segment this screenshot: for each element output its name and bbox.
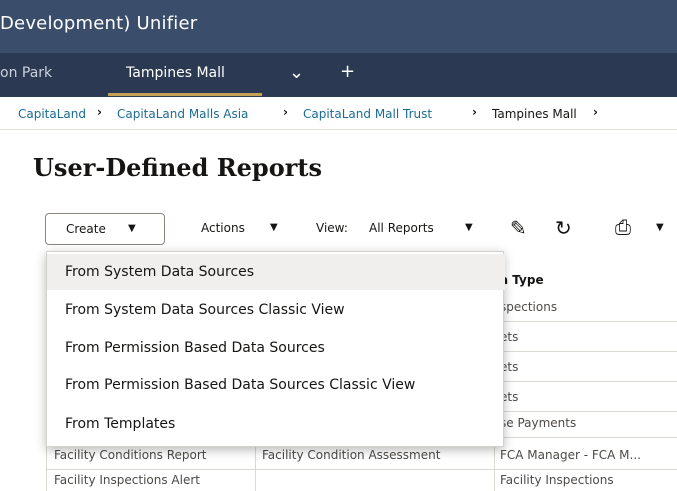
view-select[interactable]: All Reports: [369, 221, 434, 235]
app-title: Development) Unifier: [0, 13, 198, 34]
menu-item-label: From Permission Based Data Sources Class…: [65, 377, 416, 393]
breadcrumb-separator-icon: ›: [97, 105, 102, 119]
app-title-bar: Development) Unifier: [0, 0, 677, 53]
print-icon[interactable]: ⎙: [615, 215, 631, 239]
view-label: View:: [316, 221, 348, 235]
menu-item-from-permission-based-data-sources[interactable]: From Permission Based Data Sources: [47, 330, 505, 366]
project-tab-bar: on Park Tampines Mall ⌄ +: [0, 53, 677, 97]
caret-down-icon[interactable]: ▼: [270, 222, 278, 233]
tab-on-park[interactable]: on Park: [0, 65, 52, 81]
create-dropdown-menu: From System Data Sources From System Dat…: [46, 251, 505, 447]
caret-down-icon[interactable]: ▼: [656, 222, 664, 233]
breadcrumb-separator-icon: ›: [593, 105, 598, 119]
tab-tampines-mall[interactable]: Tampines Mall: [126, 65, 225, 81]
menu-item-from-system-data-sources-classic[interactable]: From System Data Sources Classic View: [47, 292, 505, 328]
create-button[interactable]: Create ▼: [45, 213, 165, 245]
caret-down-icon: ▼: [128, 223, 136, 234]
active-tab-indicator: [108, 93, 262, 96]
caret-down-icon[interactable]: ▼: [465, 222, 473, 233]
edit-icon[interactable]: ✎: [510, 216, 527, 240]
table-cell: FCA Manager - FCA M...: [500, 448, 641, 462]
refresh-icon[interactable]: ↻: [555, 216, 572, 240]
report-toolbar: Create ▼ Actions ▼ View: All Reports ▼ ✎…: [0, 205, 677, 245]
actions-menu[interactable]: Actions: [201, 221, 245, 235]
table-cell: Facility Inspections Alert: [54, 473, 200, 487]
menu-item-label: From System Data Sources Classic View: [65, 302, 345, 318]
breadcrumb-link[interactable]: CapitaLand Malls Asia: [117, 107, 248, 121]
table-row[interactable]: Facility Inspections Alert Facility Insp…: [46, 466, 677, 491]
column-header-data-type[interactable]: a Type: [500, 273, 544, 287]
breadcrumb-separator-icon: ›: [283, 105, 288, 119]
menu-item-from-system-data-sources[interactable]: From System Data Sources: [47, 254, 505, 290]
table-column-divider: [255, 440, 256, 491]
breadcrumb-link[interactable]: CapitaLand Mall Trust: [303, 107, 432, 121]
menu-item-label: From Permission Based Data Sources: [65, 340, 325, 356]
table-cell: Facility Condition Assessment: [262, 448, 441, 462]
menu-item-label: From System Data Sources: [65, 264, 255, 280]
table-cell: se Payments: [500, 416, 577, 430]
menu-item-label: From Templates: [65, 416, 176, 432]
menu-item-from-permission-based-data-sources-classic[interactable]: From Permission Based Data Sources Class…: [47, 367, 505, 403]
breadcrumb-separator-icon: ›: [472, 105, 477, 119]
breadcrumb-current[interactable]: Tampines Mall: [492, 107, 577, 121]
chevron-down-icon[interactable]: ⌄: [289, 62, 304, 83]
table-cell: Facility Inspections: [500, 473, 614, 487]
breadcrumb: CapitaLand › CapitaLand Malls Asia › Cap…: [0, 97, 677, 130]
plus-icon[interactable]: +: [340, 61, 355, 82]
menu-item-from-templates[interactable]: From Templates: [47, 406, 505, 442]
page-title: User-Defined Reports: [33, 153, 322, 182]
table-cell: spections: [500, 300, 558, 314]
table-cell: Facility Conditions Report: [54, 448, 207, 462]
create-button-label: Create: [66, 222, 106, 236]
breadcrumb-link[interactable]: CapitaLand: [18, 107, 86, 121]
